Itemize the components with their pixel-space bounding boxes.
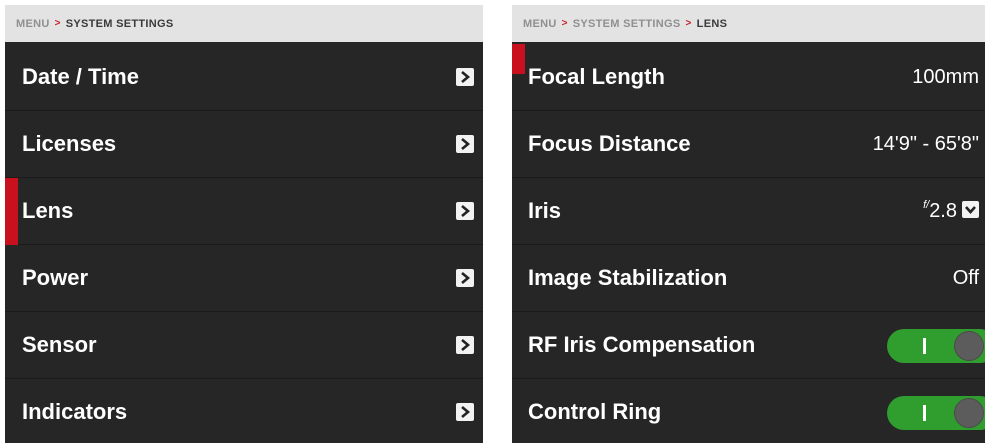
toggle-knob[interactable] <box>954 331 984 361</box>
breadcrumb: MENU > SYSTEM SETTINGS > LENS <box>512 5 985 42</box>
lens-settings-panel: MENU > SYSTEM SETTINGS > LENS Focal Leng… <box>512 5 985 443</box>
menu-item-label: Sensor <box>22 332 97 357</box>
setting-image-stabilization[interactable]: Image Stabilization Off <box>512 245 985 312</box>
system-settings-panel: MENU > SYSTEM SETTINGS Date / Time Licen… <box>5 5 483 443</box>
breadcrumb-current: SYSTEM SETTINGS <box>65 17 174 30</box>
menu-item-indicators[interactable]: Indicators <box>5 379 483 443</box>
menu-item-lens[interactable]: Lens <box>5 178 483 245</box>
setting-label: Image Stabilization <box>528 265 728 290</box>
toggle-knob[interactable] <box>954 398 984 428</box>
setting-label: Focal Length <box>528 64 665 89</box>
menu-item-power[interactable]: Power <box>5 245 483 312</box>
selection-indicator <box>512 44 525 74</box>
setting-label: RF Iris Compensation <box>528 332 756 357</box>
breadcrumb-menu[interactable]: MENU <box>523 18 557 30</box>
focal-length-value: 100mm <box>912 65 979 88</box>
chevron-right-icon <box>456 403 474 421</box>
menu-item-label: Power <box>22 265 89 290</box>
chevron-down-icon[interactable] <box>962 201 979 219</box>
setting-label: Iris <box>528 198 562 223</box>
breadcrumb-system-settings[interactable]: SYSTEM SETTINGS <box>573 18 681 30</box>
breadcrumb: MENU > SYSTEM SETTINGS <box>5 5 483 42</box>
setting-label: Focus Distance <box>528 131 691 156</box>
focus-distance-value: 14'9" - 65'8" <box>872 132 979 155</box>
setting-iris[interactable]: Iris f/2.8 <box>512 178 985 245</box>
chevron-right-icon <box>456 68 474 86</box>
menu-item-label: Date / Time <box>22 64 139 89</box>
menu-item-date-time[interactable]: Date / Time <box>5 44 483 111</box>
toggle-on-icon <box>923 405 926 421</box>
breadcrumb-separator: > <box>561 18 568 29</box>
menu-item-licenses[interactable]: Licenses <box>5 111 483 178</box>
breadcrumb-separator: > <box>54 18 61 29</box>
setting-rf-iris-compensation[interactable]: RF Iris Compensation <box>512 312 985 379</box>
menu-item-sensor[interactable]: Sensor <box>5 312 483 379</box>
iris-value-group: f/2.8 <box>923 199 979 223</box>
setting-focus-distance[interactable]: Focus Distance 14'9" - 65'8" <box>512 111 985 178</box>
setting-control-ring[interactable]: Control Ring <box>512 379 985 443</box>
chevron-right-icon <box>456 135 474 153</box>
chevron-right-icon <box>456 336 474 354</box>
breadcrumb-menu[interactable]: MENU <box>16 18 50 30</box>
chevron-right-icon <box>456 202 474 220</box>
iris-value: 2.8 <box>929 200 957 222</box>
breadcrumb-current: LENS <box>696 17 728 30</box>
image-stabilization-value: Off <box>952 266 979 289</box>
menu-item-label: Indicators <box>22 399 128 424</box>
selection-indicator <box>5 178 18 245</box>
menu-item-label: Licenses <box>22 131 117 156</box>
breadcrumb-separator: > <box>685 18 692 29</box>
control-ring-toggle[interactable] <box>887 396 985 430</box>
setting-focal-length[interactable]: Focal Length 100mm <box>512 44 985 111</box>
chevron-right-icon <box>456 269 474 287</box>
toggle-on-icon <box>923 338 926 354</box>
setting-label: Control Ring <box>528 399 662 424</box>
rf-iris-compensation-toggle[interactable] <box>887 329 985 363</box>
menu-item-label: Lens <box>22 198 74 223</box>
